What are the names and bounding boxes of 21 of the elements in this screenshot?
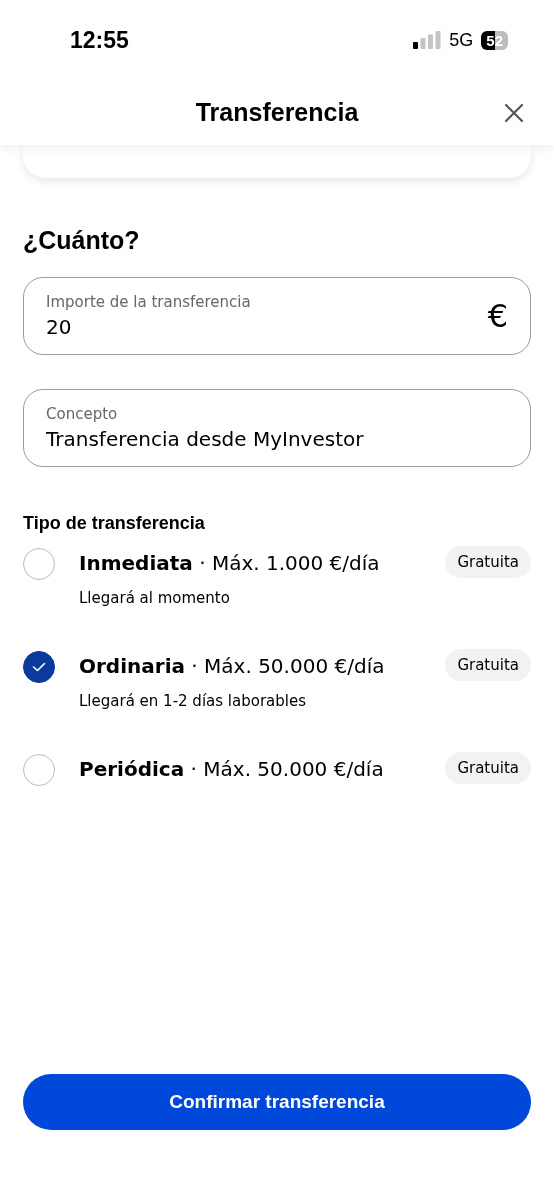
option-note: Llegará al momento <box>79 589 231 607</box>
fee-badge: Gratuita <box>445 752 531 784</box>
input-field[interactable]: Importe de la transferencia 20 € <box>23 277 531 355</box>
radio-button[interactable] <box>23 651 55 683</box>
option-label: Ordinaria · Máx. 50.000 €/día <box>79 653 386 678</box>
battery-indicator: 52 <box>481 30 508 50</box>
option-label: Periódica · Máx. 50.000 €/día <box>79 756 385 781</box>
confirm-button[interactable]: Confirmar transferencia <box>23 1074 531 1130</box>
option-note: Llegará en 1-2 días laborables <box>79 692 307 710</box>
screen-title: Transferencia <box>195 98 359 127</box>
option-label: Inmediata · Máx. 1.000 €/día <box>79 550 381 575</box>
close-icon[interactable] <box>504 103 524 123</box>
status-time: 12:55 <box>70 26 129 54</box>
section-title: ¿Cuánto? <box>23 226 141 255</box>
fee-badge: Gratuita <box>445 546 531 578</box>
signal-icon <box>413 31 442 49</box>
subsection-title: Tipo de transferencia <box>23 513 206 534</box>
check-icon <box>32 662 46 672</box>
network-label: 5G <box>449 29 474 51</box>
input-field[interactable]: Concepto Transferencia desde MyInvestor <box>23 389 531 467</box>
fee-badge: Gratuita <box>445 649 531 681</box>
